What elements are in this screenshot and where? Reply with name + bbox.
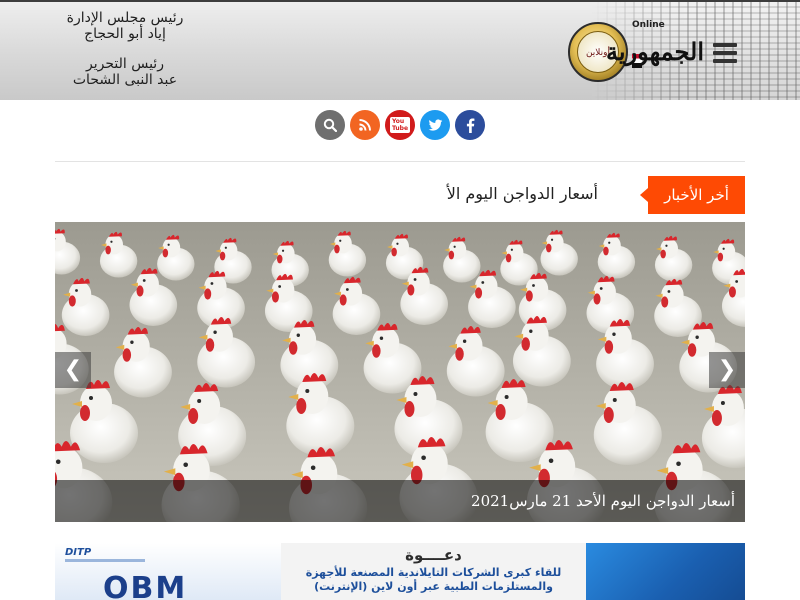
news-ticker: أسعار الدواجن اليوم الأ أخر الأخبار [55, 176, 745, 214]
menu-bar [713, 51, 737, 55]
ad-line-1: للقاء كبرى الشركات التايلاندية المصنعة ل… [305, 566, 562, 579]
menu-bar [713, 43, 737, 47]
editorial-credits: رئيس مجلس الإدارة إياد أبو الحجاج رئيس ا… [40, 10, 210, 88]
rss-icon [359, 119, 371, 131]
ad-invitation: دعــــوة للقاء كبرى الشركات التايلاندية … [281, 543, 586, 600]
ad-title: دعــــوة [405, 546, 462, 564]
slider-next-arrow[interactable]: ❯ [709, 352, 745, 388]
youtube-icon: You Tube [389, 117, 411, 133]
social-bar: You Tube [315, 110, 485, 140]
ad-ditp-underline [65, 559, 145, 562]
editor-title: رئيس التحرير [86, 56, 164, 72]
site-logo[interactable]: أونلاين Online الجمهورية [568, 18, 705, 84]
hero-slider[interactable]: ❮ ❯ أسعار الدواجن اليوم الأحد 21 مارس202… [55, 222, 745, 522]
ad-left-panel: DITP OBM [55, 543, 281, 600]
facebook-icon [466, 118, 474, 133]
twitter-icon [428, 118, 442, 131]
chairman-name: إياد أبو الحجاج [84, 26, 166, 42]
ad-right-panel [586, 543, 745, 600]
ticker-headline[interactable]: أسعار الدواجن اليوم الأ [438, 176, 598, 214]
hero-image-chickens [55, 222, 745, 522]
ad-line-2: والمستلزمات الطبية عبر أون لاين (الإنترن… [314, 580, 553, 593]
search-icon [323, 118, 337, 132]
section-divider [55, 161, 745, 162]
editor-name: عبد النبى الشحات [72, 72, 178, 88]
ad-obm-logo: OBM [103, 571, 188, 600]
youtube-button[interactable]: You Tube [385, 110, 415, 140]
site-header: رئيس مجلس الإدارة إياد أبو الحجاج رئيس ا… [0, 0, 800, 100]
rss-button[interactable] [350, 110, 380, 140]
facebook-button[interactable] [455, 110, 485, 140]
menu-icon[interactable] [713, 43, 737, 63]
ad-banner[interactable]: DITP OBM دعــــوة للقاء كبرى الشركات الت… [55, 543, 745, 600]
menu-bar [713, 59, 737, 63]
twitter-button[interactable] [420, 110, 450, 140]
slider-prev-arrow[interactable]: ❮ [55, 352, 91, 388]
ticker-label: أخر الأخبار [640, 176, 745, 214]
ad-ditp-logo: DITP [65, 547, 92, 558]
slide-caption[interactable]: أسعار الدواجن اليوم الأحد 21 مارس2021 [55, 480, 745, 522]
logo-wordmark: الجمهورية [606, 37, 705, 66]
chairman-title: رئيس مجلس الإدارة [66, 10, 184, 26]
search-button[interactable] [315, 110, 345, 140]
